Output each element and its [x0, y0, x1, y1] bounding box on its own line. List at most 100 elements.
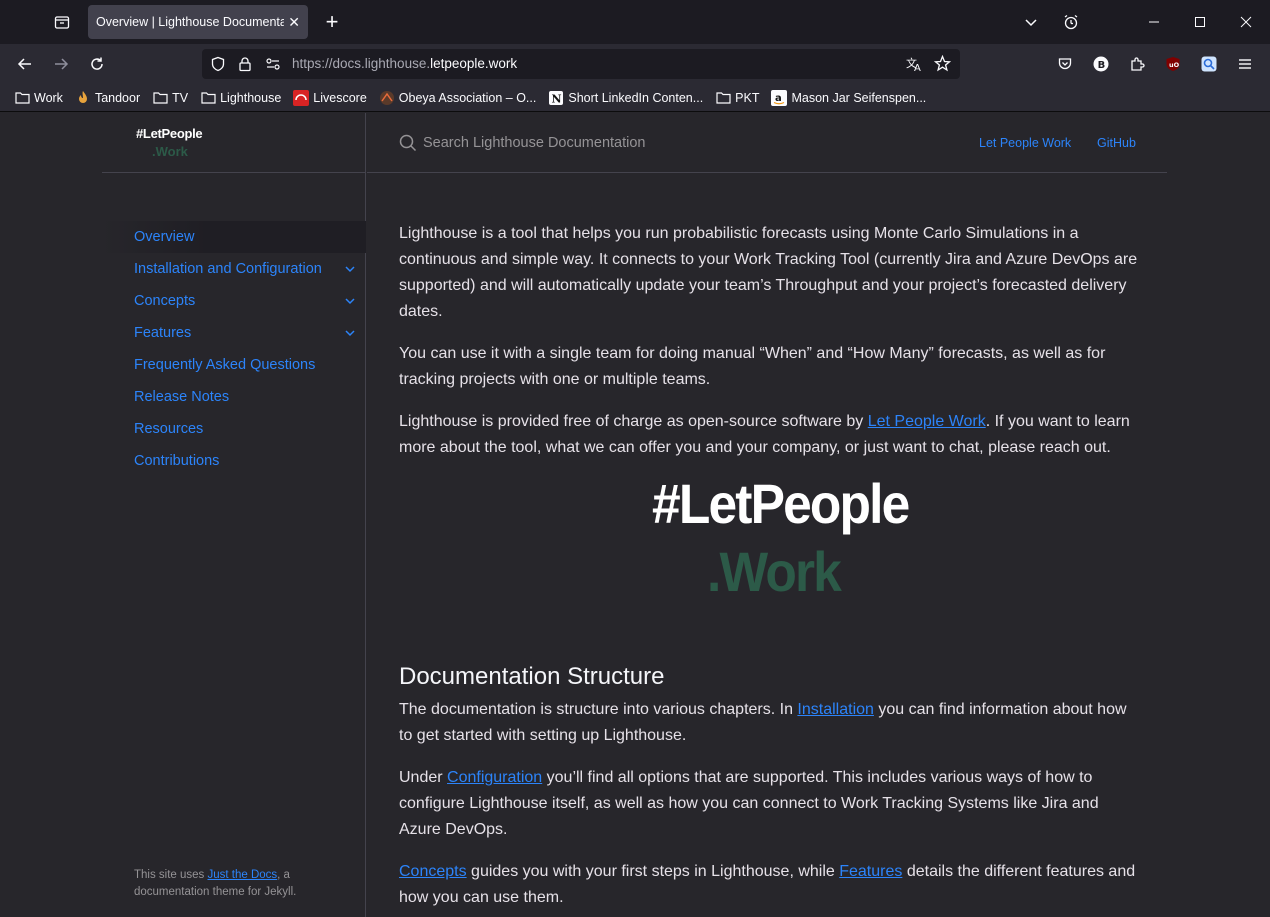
bookmarks-toolbar: Work Tandoor TV Lighthouse Livescore Obeya As…	[0, 84, 1270, 112]
bookmark-item[interactable]: Tandoor	[75, 86, 140, 110]
navigation-toolbar: https://docs.lighthouse.letpeople.work 文…	[0, 44, 1270, 84]
chevron-down-icon[interactable]	[344, 295, 356, 307]
svg-text:a: a	[775, 93, 782, 104]
bookmark-label: Mason Jar Seifenspen...	[791, 90, 927, 105]
let-people-work-inline-link[interactable]: Let People Work	[868, 413, 986, 430]
bookmark-label: Lighthouse	[220, 90, 282, 105]
sidebar-item[interactable]: Resources	[102, 413, 366, 445]
intro-paragraph: Lighthouse is a tool that helps you run …	[399, 225, 1138, 320]
bookmark-item[interactable]: Livescore	[293, 86, 367, 110]
tab-title: Overview | Lighthouse Documentation	[96, 15, 284, 29]
bookmark-label: TV	[172, 90, 189, 105]
bookmark-item[interactable]: Lighthouse	[200, 86, 281, 110]
site-logo[interactable]: #LetPeople .Work	[136, 125, 203, 159]
bookmark-item[interactable]: N Short LinkedIn Conten...	[548, 86, 703, 110]
search-icon	[399, 134, 417, 152]
sidebar-nav: Overview Installation and Configuration Co…	[102, 221, 366, 477]
translate-icon[interactable]: 文A	[906, 56, 923, 77]
sidebar-item[interactable]: Concepts	[102, 285, 366, 317]
section-heading: Documentation Structure	[399, 663, 665, 690]
sidebar-item-label: Installation and Configuration	[134, 261, 322, 277]
alarm-icon[interactable]	[1057, 8, 1085, 36]
logo-work-text: .Work	[707, 540, 842, 603]
let-people-work-link[interactable]: Let People Work	[979, 136, 1071, 150]
bookmark-star-icon[interactable]	[933, 54, 952, 77]
sidebar-item-label: Concepts	[134, 293, 196, 309]
sidebar-item[interactable]: Features	[102, 317, 366, 349]
svg-text:uO: uO	[1169, 61, 1180, 69]
sidebar-item-label: Frequently Asked Questions	[134, 357, 316, 373]
folder-icon	[200, 90, 216, 106]
title-bar: Overview | Lighthouse Documentation ✕ +	[0, 0, 1270, 44]
svg-text:B: B	[1098, 60, 1106, 71]
configuration-link[interactable]: Configuration	[447, 769, 542, 786]
sidebar-item[interactable]: Release Notes	[102, 381, 366, 413]
bookmark-item[interactable]: TV	[152, 86, 188, 110]
sidebar-item[interactable]: Overview	[102, 221, 366, 253]
concepts-link[interactable]: Concepts	[399, 863, 467, 880]
chevron-down-icon[interactable]	[344, 263, 356, 275]
installation-link[interactable]: Installation	[797, 701, 874, 718]
main-header: Let People Work GitHub	[367, 113, 1167, 173]
folder-icon	[14, 90, 30, 106]
just-the-docs-link[interactable]: Just the Docs	[208, 869, 278, 881]
folder-icon	[152, 90, 168, 106]
tab-list-chevron-icon[interactable]	[1017, 8, 1045, 36]
configuration-paragraph: Under Configuration you’ll find all opti…	[399, 769, 1099, 838]
tab-overview-icon[interactable]	[48, 8, 76, 36]
search-input[interactable]	[423, 131, 823, 155]
sidebar-item[interactable]: Contributions	[102, 445, 366, 477]
forward-icon[interactable]	[47, 50, 75, 78]
bookmark-item[interactable]: Work	[14, 86, 63, 110]
sidebar-item-label: Contributions	[134, 453, 220, 469]
structure-paragraph: The documentation is structure into vari…	[399, 701, 1127, 744]
bookmark-label: Tandoor	[94, 90, 141, 105]
sidebar: #LetPeople .Work Overview Installation an…	[0, 113, 366, 917]
free-paragraph: Lighthouse is provided free of charge as…	[399, 413, 1130, 456]
maximize-icon[interactable]	[1186, 8, 1214, 36]
tandoor-icon	[75, 90, 91, 106]
usage-paragraph: You can use it with a single team for do…	[399, 345, 1106, 388]
bookmark-item[interactable]: Obeya Association – O...	[379, 86, 537, 110]
folder-icon	[715, 90, 731, 106]
bookmark-label: Short LinkedIn Conten...	[568, 90, 704, 105]
url-text[interactable]: https://docs.lighthouse.letpeople.work	[292, 56, 517, 71]
url-bar[interactable]: https://docs.lighthouse.letpeople.work 文…	[202, 49, 960, 79]
sidebar-item[interactable]: Installation and Configuration	[102, 253, 366, 285]
main-content: Lighthouse is a tool that helps you run …	[399, 221, 1139, 917]
github-link[interactable]: GitHub	[1097, 136, 1136, 150]
bookmark-label: Obeya Association – O...	[398, 90, 537, 105]
features-link[interactable]: Features	[839, 863, 902, 880]
sidebar-item[interactable]: Frequently Asked Questions	[102, 349, 366, 381]
shield-icon[interactable]	[210, 56, 226, 77]
back-icon[interactable]	[11, 50, 39, 78]
chevron-down-icon[interactable]	[344, 327, 356, 339]
permissions-icon[interactable]	[265, 56, 281, 77]
svg-text:A: A	[914, 63, 921, 72]
menu-icon[interactable]	[1231, 50, 1259, 78]
extensions-icon[interactable]	[1123, 50, 1151, 78]
bitwarden-icon[interactable]: B	[1087, 50, 1115, 78]
pocket-icon[interactable]	[1051, 50, 1079, 78]
bookmark-item[interactable]: PKT	[715, 86, 759, 110]
sidebar-item-label: Overview	[134, 229, 195, 245]
concepts-paragraph: Concepts guides you with your first step…	[399, 863, 1136, 906]
reload-icon[interactable]	[83, 50, 111, 78]
logo-line-1: #LetPeople	[136, 126, 203, 141]
tab-close-icon[interactable]: ✕	[288, 14, 300, 30]
bookmark-label: PKT	[735, 90, 760, 105]
amazon-icon: a	[771, 89, 788, 106]
svg-text:N: N	[552, 92, 562, 105]
browser-tab-active[interactable]: Overview | Lighthouse Documentation ✕	[88, 5, 308, 39]
notion-icon: N	[548, 90, 564, 106]
new-tab-icon[interactable]: +	[318, 8, 346, 36]
search-extension-icon[interactable]	[1195, 50, 1223, 78]
sidebar-item-label: Features	[134, 325, 192, 341]
ublock-icon[interactable]: uO	[1159, 50, 1187, 78]
close-window-icon[interactable]	[1232, 8, 1260, 36]
minimize-icon[interactable]	[1140, 8, 1168, 36]
bookmark-item[interactable]: a Mason Jar Seifenspen...	[771, 86, 926, 110]
lock-icon[interactable]	[237, 56, 253, 77]
logo-hashtag-text: #LetPeople	[652, 472, 910, 535]
letpeople-logo: #LetPeople .Work	[399, 472, 1139, 631]
